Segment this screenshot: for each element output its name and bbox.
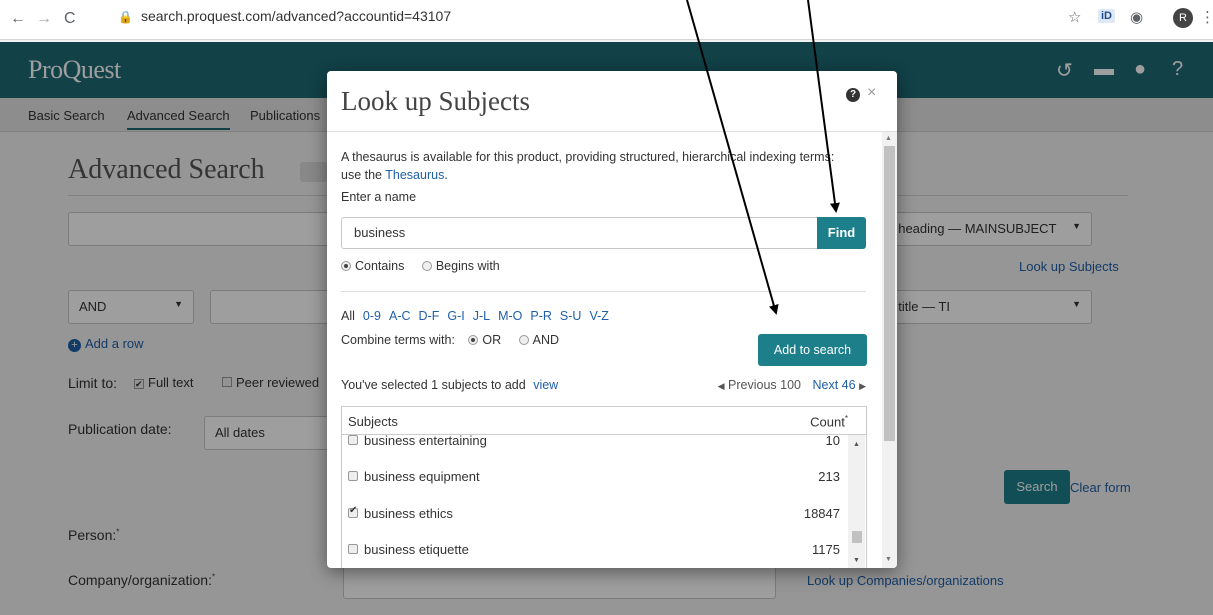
extension-circle-icon[interactable]: ◉ bbox=[1130, 8, 1143, 26]
alpha-j-l[interactable]: J-L bbox=[473, 309, 490, 323]
alpha-all[interactable]: All bbox=[341, 309, 355, 323]
table-header: Subjects Count* bbox=[342, 407, 866, 435]
table-row[interactable]: business etiquette 1175 bbox=[342, 538, 848, 568]
modal-title: Look up Subjects bbox=[341, 86, 530, 116]
col-count-label: Count bbox=[810, 414, 845, 430]
subject-name-input[interactable]: business bbox=[341, 217, 817, 249]
table-row[interactable]: business entertaining 10 bbox=[342, 435, 848, 465]
next-page[interactable]: Next 46 ▶ bbox=[813, 378, 867, 392]
scroll-down-icon[interactable]: ▼ bbox=[885, 556, 892, 563]
selected-summary: You've selected 1 subjects to add view bbox=[341, 378, 558, 392]
help-icon[interactable]: ? bbox=[846, 88, 860, 102]
alpha-v-z[interactable]: V-Z bbox=[589, 309, 608, 323]
or-radio[interactable]: OR bbox=[468, 333, 501, 347]
match-mode-radios: Contains Begins with bbox=[341, 259, 500, 273]
lock-icon: 🔒 bbox=[118, 10, 133, 24]
previous-label: Previous 100 bbox=[728, 378, 802, 392]
row-checkbox-checked[interactable] bbox=[348, 505, 358, 518]
address-bar[interactable]: 🔒 search.proquest.com/advanced?accountid=… bbox=[118, 8, 451, 24]
radio-selected-icon bbox=[468, 335, 479, 345]
previous-page[interactable]: ◀ Previous 100 bbox=[718, 378, 801, 392]
row-subject: business equipment bbox=[364, 469, 480, 484]
begins-with-label: Begins with bbox=[435, 259, 500, 273]
combine-terms: Combine terms with: OR AND bbox=[341, 333, 559, 347]
row-checkbox[interactable] bbox=[348, 435, 358, 445]
next-label: Next 46 bbox=[812, 378, 856, 392]
modal-divider bbox=[341, 291, 866, 292]
alpha-d-f[interactable]: D-F bbox=[419, 309, 440, 323]
modal-body: A thesaurus is available for this produc… bbox=[327, 132, 882, 568]
row-checkbox[interactable] bbox=[348, 471, 358, 481]
contains-label: Contains bbox=[355, 259, 405, 273]
lookup-subjects-modal: Look up Subjects ? × A thesaurus is avai… bbox=[327, 71, 897, 568]
and-label: AND bbox=[532, 333, 560, 347]
radio-icon bbox=[421, 261, 432, 271]
contains-radio[interactable]: Contains bbox=[341, 259, 404, 273]
star-icon[interactable]: ☆ bbox=[1068, 8, 1081, 26]
table-body: business entertaining 10 business equipme… bbox=[342, 435, 866, 568]
alpha-m-o[interactable]: M-O bbox=[498, 309, 522, 323]
view-selected-link[interactable]: view bbox=[533, 378, 558, 392]
triangle-left-icon: ◀ bbox=[717, 381, 725, 391]
table-scroll-thumb[interactable] bbox=[852, 531, 862, 543]
row-count: 18847 bbox=[803, 506, 840, 521]
reload-icon[interactable]: C bbox=[64, 10, 76, 28]
menu-kebab-icon[interactable]: ⋮ bbox=[1200, 8, 1213, 26]
url-text: search.proquest.com/advanced?accountid=4… bbox=[140, 8, 452, 24]
forward-icon[interactable]: → bbox=[36, 10, 52, 28]
alphabet-filter: All 0-9 A-C D-F G-I J-L M-O P-R S-U V-Z bbox=[341, 309, 617, 323]
table-scrollbar[interactable]: ▲ ▼ bbox=[848, 435, 865, 568]
and-radio[interactable]: AND bbox=[518, 333, 560, 347]
row-subject: business ethics bbox=[364, 506, 453, 521]
scroll-down-icon[interactable]: ▼ bbox=[853, 557, 860, 564]
selected-text: You've selected 1 subjects to add bbox=[341, 378, 526, 392]
thesaurus-description: A thesaurus is available for this produc… bbox=[341, 148, 841, 184]
modal-scrollbar[interactable]: ▲ ▼ bbox=[882, 132, 897, 568]
alpha-s-u[interactable]: S-U bbox=[560, 309, 582, 323]
alpha-g-i[interactable]: G-I bbox=[447, 309, 464, 323]
profile-avatar[interactable]: R bbox=[1173, 8, 1193, 28]
subjects-table: Subjects Count* business entertaining 10 … bbox=[341, 406, 867, 568]
radio-icon bbox=[518, 335, 529, 345]
thesaurus-link[interactable]: Thesaurus bbox=[385, 168, 444, 182]
col-count[interactable]: Count* bbox=[810, 414, 848, 429]
scroll-up-icon[interactable]: ▲ bbox=[853, 441, 860, 448]
back-icon[interactable]: ← bbox=[10, 10, 26, 28]
scroll-up-icon[interactable]: ▲ bbox=[885, 135, 892, 142]
enter-name-label: Enter a name bbox=[341, 190, 417, 204]
table-row[interactable]: business ethics 18847 bbox=[342, 502, 848, 538]
col-subjects[interactable]: Subjects bbox=[348, 414, 398, 429]
row-count: 10 bbox=[825, 435, 840, 448]
alpha-a-c[interactable]: A-C bbox=[389, 309, 411, 323]
radio-selected-icon bbox=[341, 261, 351, 271]
row-checkbox[interactable] bbox=[348, 544, 358, 554]
combine-label: Combine terms with: bbox=[341, 333, 455, 347]
description-suffix: . bbox=[444, 168, 448, 182]
modal-scroll-thumb[interactable] bbox=[884, 146, 895, 441]
id-extension-icon[interactable]: iD bbox=[1098, 9, 1115, 23]
row-count: 213 bbox=[818, 469, 840, 484]
begins-with-radio[interactable]: Begins with bbox=[421, 259, 500, 273]
find-button[interactable]: Find bbox=[817, 217, 866, 249]
close-icon[interactable]: × bbox=[867, 84, 876, 102]
row-count: 1175 bbox=[812, 542, 840, 557]
row-subject: business etiquette bbox=[364, 542, 469, 557]
browser-chrome: ← → C 🔒 search.proquest.com/advanced?acco… bbox=[0, 0, 1213, 40]
or-label: OR bbox=[482, 333, 502, 347]
pagination: ◀ Previous 100 Next 46 ▶ bbox=[718, 378, 866, 392]
row-subject: business entertaining bbox=[364, 435, 487, 448]
table-row[interactable]: business equipment 213 bbox=[342, 465, 848, 501]
triangle-right-icon: ▶ bbox=[859, 381, 866, 391]
alpha-p-r[interactable]: P-R bbox=[530, 309, 552, 323]
alpha-0-9[interactable]: 0-9 bbox=[363, 309, 381, 323]
add-to-search-button[interactable]: Add to search bbox=[758, 334, 867, 366]
